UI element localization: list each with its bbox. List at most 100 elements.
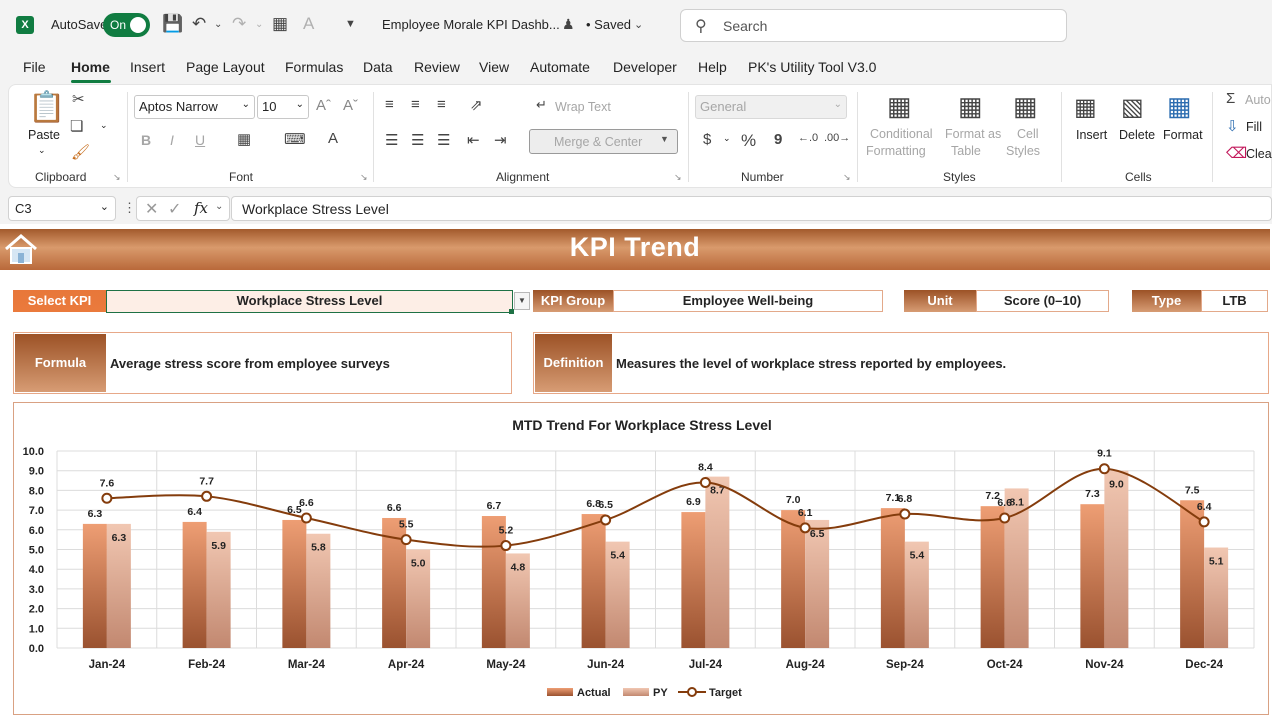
clear-button[interactable]: Clea	[1246, 147, 1272, 161]
font-name-chevron-icon: ⌄	[241, 99, 250, 110]
formula-input[interactable]: Workplace Stress Level	[231, 196, 1272, 221]
save-icon[interactable]: 💾	[162, 14, 183, 34]
tab-formulas[interactable]: Formulas	[285, 59, 343, 75]
autosum-icon[interactable]: Σ	[1226, 90, 1235, 107]
align-right-icon[interactable]: ☰	[437, 131, 450, 149]
wrap-text-icon[interactable]: ↵	[536, 97, 547, 113]
cell-styles-icon[interactable]: ▦	[1013, 91, 1038, 122]
copy-icon[interactable]: ❏	[70, 117, 83, 135]
font-size-select[interactable]: 10 ⌄	[257, 95, 309, 119]
align-bottom-icon[interactable]: ≡	[437, 96, 446, 113]
number-format-select[interactable]: General ⌄	[695, 95, 847, 119]
font-color-icon[interactable]: A	[328, 130, 338, 147]
decrease-indent-icon[interactable]: ⇤	[467, 131, 480, 149]
percent-button[interactable]: %	[741, 131, 756, 151]
conditional-formatting-icon[interactable]: ▦	[887, 91, 912, 122]
redo-dropdown-icon[interactable]: ⌄	[255, 19, 263, 30]
fill-icon[interactable]: ⇩	[1226, 117, 1239, 135]
format-painter-icon[interactable]: 🖌	[71, 143, 90, 161]
cell-styles-label-2[interactable]: Styles	[1006, 144, 1040, 158]
currency-button[interactable]: $	[703, 131, 711, 148]
select-kpi-input[interactable]: Workplace Stress Level	[106, 290, 513, 313]
tab-developer[interactable]: Developer	[613, 59, 677, 75]
tab-page-layout[interactable]: Page Layout	[186, 59, 265, 75]
tab-view[interactable]: View	[479, 59, 509, 75]
cell-styles-label-1[interactable]: Cell	[1017, 127, 1039, 141]
borders-icon[interactable]: ▦	[237, 130, 251, 148]
autosave-toggle[interactable]: On	[103, 13, 150, 37]
align-top-icon[interactable]: ≡	[385, 96, 394, 113]
copy-dropdown-icon[interactable]: ⌄	[100, 120, 108, 131]
tab-help[interactable]: Help	[698, 59, 727, 75]
redo-icon[interactable]: ↷	[232, 14, 246, 34]
search-box[interactable]: ⚲ Search	[680, 9, 1067, 42]
delete-cells-button[interactable]: Delete	[1119, 128, 1155, 142]
fill-button[interactable]: Fill	[1246, 120, 1262, 134]
increase-decimal-icon[interactable]: ←.0	[798, 132, 818, 144]
orientation-icon[interactable]: ⇗	[470, 96, 483, 114]
fill-color-icon[interactable]: ⌨	[284, 130, 306, 148]
fx-chevron-icon[interactable]: ⌄	[215, 201, 223, 212]
autosum-button[interactable]: Auto	[1245, 93, 1271, 107]
delete-cells-icon[interactable]: ▧	[1121, 93, 1144, 122]
align-center-icon[interactable]: ☰	[411, 131, 424, 149]
font-size-chevron-icon: ⌄	[295, 99, 304, 110]
name-box[interactable]: C3 ⌄	[8, 196, 116, 221]
alignment-launcher-icon[interactable]: ↘	[674, 172, 682, 183]
share-people-icon[interactable]: ♟	[562, 16, 575, 33]
decrease-font-icon[interactable]: Aˇ	[343, 97, 358, 114]
format-as-table-label-1[interactable]: Format as	[945, 127, 1001, 141]
tab-automate[interactable]: Automate	[530, 59, 590, 75]
tab-file[interactable]: File	[23, 59, 46, 75]
comma-style-button[interactable]: 9	[774, 131, 782, 148]
saved-status[interactable]: • Saved	[586, 17, 631, 32]
undo-dropdown-icon[interactable]: ⌄	[214, 19, 222, 30]
undo-icon[interactable]: ↶	[192, 14, 206, 34]
tab-pk-utility[interactable]: PK's Utility Tool V3.0	[748, 59, 876, 75]
paste-label[interactable]: Paste	[28, 128, 60, 142]
chart-frame[interactable]: MTD Trend For Workplace Stress Level 0.0 1…	[13, 402, 1269, 715]
merge-center-button[interactable]: Merge & Center ▼	[529, 129, 678, 154]
document-title[interactable]: Employee Morale KPI Dashb...	[382, 17, 560, 32]
insert-cells-button[interactable]: Insert	[1076, 128, 1107, 142]
underline-button[interactable]: U	[195, 132, 205, 148]
confirm-formula-icon[interactable]: ✓	[168, 199, 181, 219]
saved-chevron-icon[interactable]: ⌄	[634, 18, 643, 31]
insert-function-button[interactable]: fx	[194, 199, 208, 217]
y-tick-label: 6.0	[29, 525, 44, 537]
more-options-icon[interactable]: ⋮	[123, 200, 136, 216]
conditional-formatting-label-1[interactable]: Conditional	[870, 127, 933, 141]
cut-icon[interactable]: ✂	[72, 90, 85, 108]
tab-home[interactable]: Home	[71, 59, 110, 75]
tab-data[interactable]: Data	[363, 59, 393, 75]
clear-icon[interactable]: ⌫	[1226, 144, 1247, 162]
tab-insert[interactable]: Insert	[130, 59, 165, 75]
increase-indent-icon[interactable]: ⇥	[494, 131, 507, 149]
borders-quick-icon[interactable]: ▦	[272, 14, 288, 34]
clipboard-launcher-icon[interactable]: ↘	[113, 172, 121, 183]
format-cells-icon[interactable]: ▦	[1167, 91, 1192, 122]
font-launcher-icon[interactable]: ↘	[360, 172, 368, 183]
italic-button[interactable]: I	[170, 132, 174, 148]
font-color-quick-icon[interactable]: A	[303, 14, 314, 34]
conditional-formatting-label-2[interactable]: Formatting	[866, 144, 926, 158]
align-left-icon[interactable]: ☰	[385, 131, 398, 149]
kpi-dropdown-icon[interactable]: ▼	[514, 292, 530, 310]
paste-icon[interactable]: 📋	[28, 90, 65, 125]
currency-dropdown-icon[interactable]: ⌄	[723, 133, 731, 144]
format-as-table-icon[interactable]: ▦	[958, 91, 983, 122]
paste-dropdown-icon[interactable]: ⌄	[38, 145, 46, 156]
font-name-select[interactable]: Aptos Narrow ⌄	[134, 95, 255, 119]
bold-button[interactable]: B	[141, 132, 151, 148]
align-middle-icon[interactable]: ≡	[411, 96, 420, 113]
format-cells-button[interactable]: Format	[1163, 128, 1203, 142]
increase-font-icon[interactable]: Aˆ	[316, 97, 331, 114]
customize-toolbar-icon[interactable]: ▼	[345, 18, 356, 30]
decrease-decimal-icon[interactable]: .00→	[824, 132, 850, 144]
tab-review[interactable]: Review	[414, 59, 460, 75]
cancel-formula-icon[interactable]: ✕	[145, 199, 158, 219]
wrap-text-button[interactable]: Wrap Text	[555, 100, 611, 114]
insert-cells-icon[interactable]: ▦	[1074, 93, 1097, 122]
format-as-table-label-2[interactable]: Table	[951, 144, 981, 158]
number-launcher-icon[interactable]: ↘	[843, 172, 851, 183]
